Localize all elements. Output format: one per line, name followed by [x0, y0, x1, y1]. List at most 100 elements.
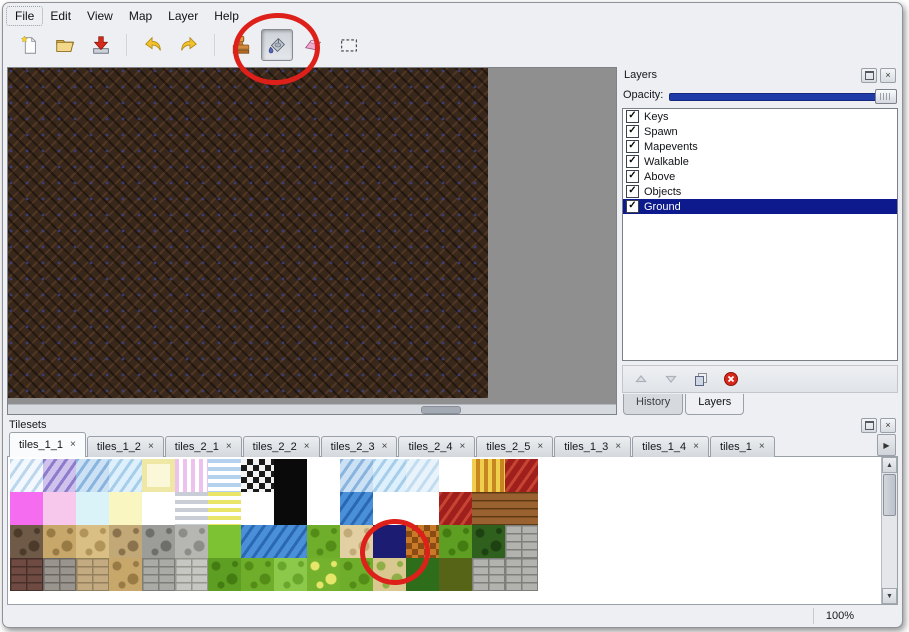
- tab-close-icon[interactable]: ×: [615, 442, 621, 452]
- tab-close-icon[interactable]: ×: [70, 440, 76, 450]
- tileset-tile[interactable]: [274, 459, 307, 492]
- tab-close-icon[interactable]: ×: [460, 442, 466, 452]
- tileset-tile[interactable]: [142, 525, 175, 558]
- tileset-tile[interactable]: [307, 492, 340, 525]
- open-button[interactable]: [49, 29, 81, 61]
- scrollbar-handle[interactable]: [421, 406, 461, 414]
- redo-button[interactable]: [173, 29, 205, 61]
- tileset-tile[interactable]: [142, 459, 175, 492]
- select-button[interactable]: [333, 29, 365, 61]
- tileset-tile[interactable]: [472, 525, 505, 558]
- slider-track[interactable]: [669, 93, 895, 101]
- tileset-tile[interactable]: [439, 525, 472, 558]
- tileset-tile[interactable]: [472, 558, 505, 591]
- tab-close-icon[interactable]: ×: [148, 442, 154, 452]
- undo-button[interactable]: [137, 29, 169, 61]
- scroll-up-button[interactable]: ▲: [882, 457, 897, 473]
- save-button[interactable]: [85, 29, 117, 61]
- scrollbar-handle[interactable]: [883, 474, 896, 516]
- tileset-tile[interactable]: [208, 492, 241, 525]
- tab-close-icon[interactable]: ×: [759, 442, 765, 452]
- tileset-tab-tiles_2_2[interactable]: tiles_2_2×: [243, 436, 320, 457]
- tileset-tile[interactable]: [175, 459, 208, 492]
- tileset-tab-tiles_1_1[interactable]: tiles_1_1×: [9, 432, 86, 457]
- tileset-tile[interactable]: [406, 525, 439, 558]
- tileset-tile[interactable]: [241, 525, 274, 558]
- tileset-tab-tiles_1_3[interactable]: tiles_1_3×: [554, 436, 631, 457]
- tileset-tab-tiles_2_1[interactable]: tiles_2_1×: [165, 436, 242, 457]
- layer-row-keys[interactable]: ✓Keys: [623, 109, 897, 124]
- close-button[interactable]: ×: [880, 418, 896, 433]
- tab-close-icon[interactable]: ×: [382, 442, 388, 452]
- layer-row-above[interactable]: ✓Above: [623, 169, 897, 184]
- tab-close-icon[interactable]: ×: [693, 442, 699, 452]
- layer-visibility-checkbox[interactable]: ✓: [626, 155, 639, 168]
- tileset-tile[interactable]: [109, 558, 142, 591]
- tileset-tile[interactable]: [505, 558, 538, 591]
- tileset-tile[interactable]: [175, 525, 208, 558]
- tileset-tile[interactable]: [505, 459, 538, 492]
- tileset-tile[interactable]: [43, 459, 76, 492]
- fill-button[interactable]: [261, 29, 293, 61]
- tileset-tile[interactable]: [43, 492, 76, 525]
- slider-handle[interactable]: [875, 89, 897, 104]
- tileset-tile[interactable]: [43, 558, 76, 591]
- menu-help[interactable]: Help: [206, 7, 247, 25]
- tileset-tile[interactable]: [208, 525, 241, 558]
- tileset-tile[interactable]: [76, 558, 109, 591]
- tileset-tile[interactable]: [241, 558, 274, 591]
- tileset-tile[interactable]: [307, 558, 340, 591]
- tileset-tile[interactable]: [10, 492, 43, 525]
- opacity-slider[interactable]: [669, 88, 897, 103]
- layer-visibility-checkbox[interactable]: ✓: [626, 110, 639, 123]
- tileset-tile[interactable]: [76, 492, 109, 525]
- tileset-tile[interactable]: [109, 492, 142, 525]
- tileset-tile[interactable]: [472, 459, 505, 492]
- float-button[interactable]: [861, 418, 877, 433]
- raise-layer-button[interactable]: [631, 369, 651, 389]
- map-viewport[interactable]: [7, 67, 617, 415]
- tileset-tile[interactable]: [373, 525, 406, 558]
- tileset-tile[interactable]: [175, 492, 208, 525]
- tab-close-icon[interactable]: ×: [304, 442, 310, 452]
- tileset-tab-tiles_1[interactable]: tiles_1×: [710, 436, 775, 457]
- tileset-tile[interactable]: [439, 492, 472, 525]
- tab-layers[interactable]: Layers: [685, 394, 744, 415]
- tileset-tile[interactable]: [340, 525, 373, 558]
- scroll-down-button[interactable]: ▼: [882, 588, 897, 604]
- tab-close-icon[interactable]: ×: [226, 442, 232, 452]
- menu-map[interactable]: Map: [121, 7, 160, 25]
- layer-row-walkable[interactable]: ✓Walkable: [623, 154, 897, 169]
- menu-file[interactable]: File: [7, 7, 42, 25]
- tileset-tile[interactable]: [505, 492, 538, 525]
- tileset-tile[interactable]: [10, 525, 43, 558]
- tileset-tile[interactable]: [241, 459, 274, 492]
- tileset-tile[interactable]: [406, 558, 439, 591]
- tab-scroll-right-button[interactable]: ▶: [877, 434, 896, 456]
- duplicate-layer-button[interactable]: [691, 369, 711, 389]
- tileset-tile[interactable]: [406, 459, 439, 492]
- tileset-tile[interactable]: [274, 525, 307, 558]
- tileset-tab-tiles_2_5[interactable]: tiles_2_5×: [476, 436, 553, 457]
- tileset-tile[interactable]: [439, 459, 472, 492]
- lower-layer-button[interactable]: [661, 369, 681, 389]
- menu-layer[interactable]: Layer: [160, 7, 206, 25]
- stamp-button[interactable]: [225, 29, 257, 61]
- tileset-tile[interactable]: [142, 492, 175, 525]
- scrollbar-track[interactable]: [882, 473, 897, 588]
- tileset-tile[interactable]: [76, 525, 109, 558]
- tileset-tile[interactable]: [505, 525, 538, 558]
- layer-visibility-checkbox[interactable]: ✓: [626, 140, 639, 153]
- new-button[interactable]: [13, 29, 45, 61]
- tileset-tile[interactable]: [142, 558, 175, 591]
- tileset-tile[interactable]: [340, 558, 373, 591]
- tileset-tile[interactable]: [274, 558, 307, 591]
- tileset-tile[interactable]: [439, 558, 472, 591]
- tileset-view[interactable]: ▲ ▼: [7, 456, 898, 605]
- tileset-tile[interactable]: [373, 492, 406, 525]
- tileset-tile[interactable]: [406, 492, 439, 525]
- tileset-tile[interactable]: [472, 492, 505, 525]
- layer-row-objects[interactable]: ✓Objects: [623, 184, 897, 199]
- float-button[interactable]: [861, 68, 877, 83]
- tileset-tile[interactable]: [10, 558, 43, 591]
